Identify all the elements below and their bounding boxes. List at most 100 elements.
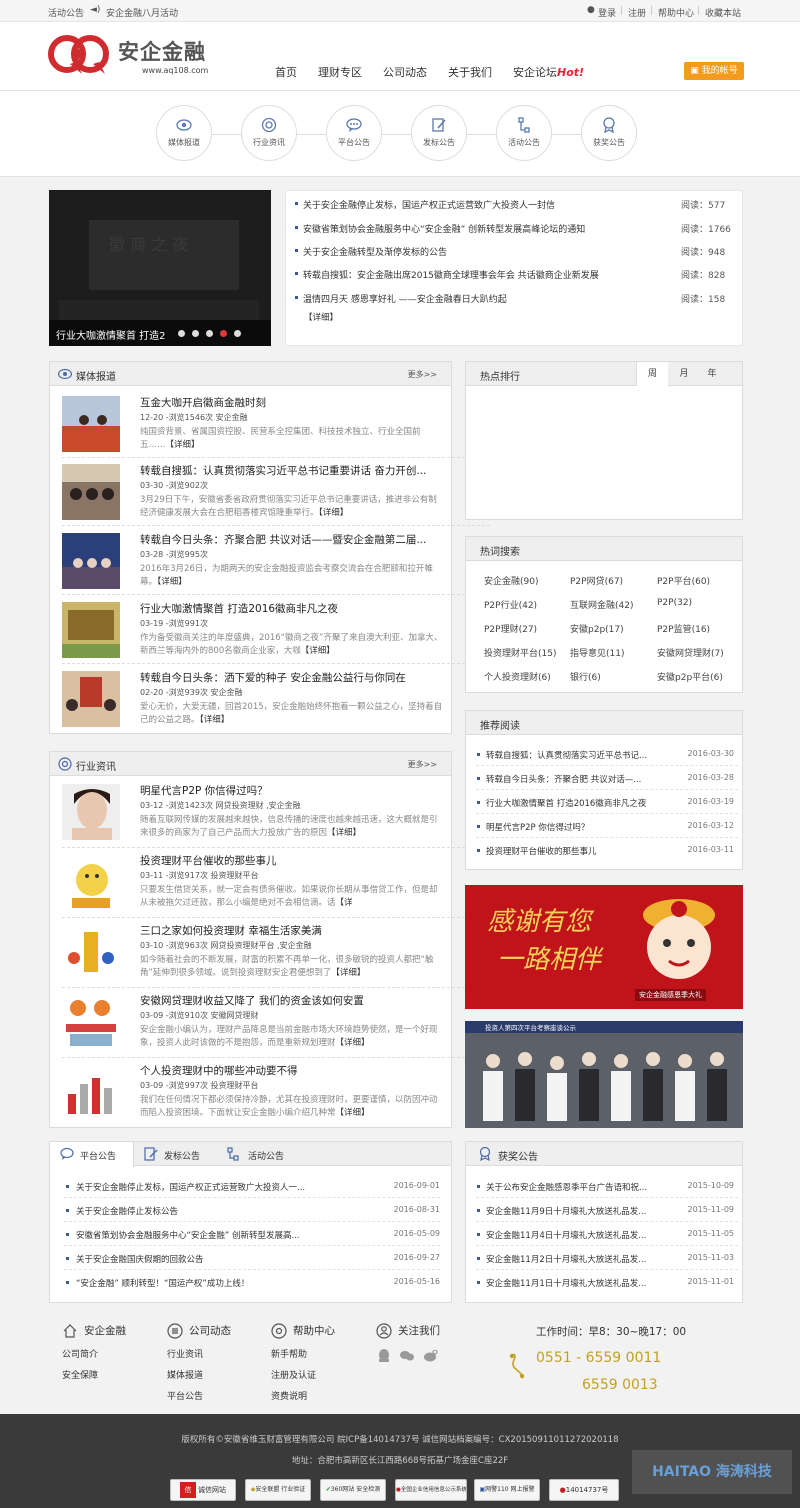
detail-link[interactable]: 【详细】 — [331, 968, 365, 978]
news-title[interactable]: 安徽省策划协会金融服务中心“安企金融” 创新转型发展高... — [76, 1229, 376, 1241]
news-thumbnail[interactable] — [62, 784, 120, 840]
keyword-link[interactable]: 互联网金融(42) — [570, 598, 633, 611]
news-thumbnail[interactable] — [62, 924, 120, 980]
list-item[interactable]: 安企金融11月1日十月壕礼大放送礼品发... 2015-11-01 — [476, 1270, 738, 1294]
weibo-icon[interactable] — [424, 1350, 438, 1362]
slide-dot[interactable] — [178, 330, 185, 337]
news-thumbnail[interactable] — [62, 994, 120, 1050]
news-title[interactable]: 投资理财平台催收的那些事儿 — [140, 853, 445, 868]
list-item[interactable]: 关于安企金融停止发标，国运产权正式运营致广大投资人一... 2016-09-01 — [64, 1174, 440, 1198]
keyword-link[interactable]: P2P监管(16) — [657, 622, 710, 635]
news-title[interactable]: 明星代言P2P 你信得过吗？ — [140, 783, 445, 798]
detail-link[interactable]: 【详细】 — [200, 715, 230, 725]
trust-badge-police[interactable]: ▣网警110 网上报警 — [474, 1479, 540, 1501]
news-title[interactable]: 转载自搜狐：安企金融出席2015徽商全球理事会年会 共话徽商企业新发展 — [303, 268, 663, 281]
footer-link[interactable]: 行业资讯 — [167, 1347, 231, 1360]
news-thumbnail[interactable] — [62, 602, 120, 658]
list-item[interactable]: 转载自搜狐：安企金融出席2015徽商全球理事会年会 共话徽商企业新发展 阅读：82… — [293, 263, 738, 283]
news-title[interactable]: 关于安企金融停止发标公告 — [76, 1205, 376, 1217]
news-title[interactable]: 转载自今日头条：洒下爱的种子 安企金融公益行与你同在 — [140, 670, 445, 685]
promo-banner[interactable]: 感谢有您 一路相伴 安企金融感恩季大礼 — [465, 885, 743, 1009]
list-item[interactable]: 明星代言P2P 你信得过吗？ 03-12 -浏览1423次 网贷投资理财 ,安企… — [62, 778, 490, 848]
tab-week[interactable]: 周 — [636, 362, 668, 386]
footer-link[interactable]: 注册及认证 — [271, 1368, 335, 1381]
footer-link[interactable]: 平台公告 — [167, 1389, 231, 1402]
news-thumbnail[interactable] — [62, 396, 120, 452]
news-title[interactable]: 关于安企金融转型及渐停发标的公告 — [303, 245, 663, 258]
trust-badge-enterprise[interactable]: ●全国企业信用信息公示系统 — [395, 1479, 467, 1501]
news-title[interactable]: 安企金融11月1日十月壕礼大放送礼品发... — [486, 1277, 676, 1289]
list-item[interactable]: 转载自今日头条：齐聚合肥 共议对话——暨安企金融第二届... 03-28 -浏览… — [62, 527, 490, 595]
list-item[interactable]: 投资理财平台催收的那些事儿 2016-03-11 — [476, 838, 738, 862]
logo-icon[interactable] — [48, 34, 110, 74]
news-title[interactable]: 互金大咖开启徽商金融时刻 — [140, 395, 445, 410]
news-thumbnail[interactable] — [62, 854, 120, 910]
list-item[interactable]: 关于安企金融转型及渐停发标的公告 阅读：948 — [293, 240, 738, 260]
detail-link[interactable]: 【详细】 — [166, 440, 200, 450]
notice-link[interactable]: 安企金融八月活动 — [106, 6, 178, 19]
keyword-link[interactable]: 投资理财平台(15) — [484, 646, 556, 659]
news-title[interactable]: 温情四月天 感恩享好礼 ——安企金融春日大趴约起 — [303, 292, 663, 305]
news-title[interactable]: 安企金融11月4日十月壕礼大放送礼品发... — [486, 1229, 676, 1241]
tab-activity[interactable]: 活动公告 — [248, 1149, 284, 1162]
list-item[interactable]: 关于安企金融停止发标公告 2016-08-31 — [64, 1198, 440, 1222]
news-title[interactable]: 关于安企金融国庆假期的回款公告 — [76, 1253, 376, 1265]
keyword-link[interactable]: 银行(6) — [570, 670, 601, 683]
news-title[interactable]: 转载自搜狐：认真贯彻落实习近平总书记重要讲话 奋力开创... — [140, 463, 445, 478]
news-title[interactable]: 关于安企金融停止发标，国运产权正式运营致广大投资人一封信 — [303, 198, 663, 211]
category-media[interactable]: 媒体报道 — [156, 105, 212, 161]
list-item[interactable]: 安企金融11月9日十月壕礼大放送礼品发... 2015-11-09 — [476, 1198, 738, 1222]
footer-link[interactable]: 媒体报道 — [167, 1368, 231, 1381]
my-account-button[interactable]: ▣ 我的帐号 — [684, 62, 744, 80]
news-title[interactable]: 转载自今日头条：齐聚合肥 共议对话—... — [486, 773, 676, 785]
news-title[interactable]: 关于安企金融停止发标，国运产权正式运营致广大投资人一... — [76, 1181, 376, 1193]
tab-platform[interactable]: 平台公告 — [50, 1142, 134, 1167]
news-title[interactable]: 安徽网贷理财收益又降了 我们的资金该如何安置 — [140, 993, 445, 1008]
slide-dot-active[interactable] — [220, 330, 227, 337]
brand-name[interactable]: 安企金融 — [118, 36, 206, 66]
favorite-link[interactable]: 收藏本站 — [705, 6, 741, 19]
news-thumbnail[interactable] — [62, 671, 120, 727]
help-link[interactable]: 帮助中心 — [658, 6, 694, 19]
detail-link[interactable]: 【详细】 — [327, 828, 361, 838]
detail-link[interactable]: 【详细】 — [336, 1038, 370, 1048]
list-item[interactable]: 互金大咖开启徽商金融时刻 12-20 -浏览1546次 安企金融 纯国资背景、省… — [62, 390, 490, 458]
news-thumbnail[interactable] — [62, 1064, 120, 1120]
team-photo[interactable]: 投资人第四次平台考察座谈公示 — [465, 1021, 743, 1128]
list-item[interactable]: 明星代言P2P 你信得过吗？ 2016-03-12 — [476, 814, 738, 838]
category-platform[interactable]: 平台公告 — [326, 105, 382, 161]
detail-link[interactable]: 【详细】 — [319, 508, 349, 518]
news-title[interactable]: 安徽省策划协会金融服务中心“安企金融” 创新转型发展高峰论坛的通知 — [303, 222, 663, 235]
keyword-link[interactable]: P2P平台(60) — [657, 574, 710, 587]
detail-link[interactable]: 【详细】 — [157, 577, 187, 587]
login-link[interactable]: 登录 — [598, 6, 616, 19]
slide-dot[interactable] — [234, 330, 241, 337]
news-title[interactable]: 行业大咖激情聚首 打造2016徽商非凡之夜 — [140, 601, 445, 616]
list-item[interactable]: 安徽省策划协会金融服务中心“安企金融” 创新转型发展高峰论坛的通知 阅读：1766 — [293, 217, 738, 237]
tab-year[interactable]: 年 — [696, 362, 728, 386]
keyword-link[interactable]: P2P行业(42) — [484, 598, 537, 611]
trust-badge-360[interactable]: ✔360网站 安全检测 — [320, 1479, 386, 1501]
nav-forum[interactable]: 安企论坛Hot! — [513, 64, 584, 80]
keyword-link[interactable]: P2P网贷(67) — [570, 574, 623, 587]
news-title[interactable]: 关于公布安企金融感恩季平台广告语和祝... — [486, 1181, 676, 1193]
keyword-link[interactable]: 个人投资理财(6) — [484, 670, 551, 683]
nav-finance[interactable]: 理财专区 — [318, 64, 362, 80]
more-link[interactable]: 更多>> — [408, 759, 437, 770]
slide-dot[interactable] — [206, 330, 213, 337]
list-item[interactable]: 转载自搜狐：认真贯彻落实习近平总书记... 2016-03-30 — [476, 742, 738, 766]
news-title[interactable]: 转载自今日头条：齐聚合肥 共议对话——暨安企金融第二届... — [140, 532, 445, 547]
tab-bidding[interactable]: 发标公告 — [164, 1149, 200, 1162]
detail-link[interactable]: 【详细】 — [336, 1108, 370, 1118]
nav-home[interactable]: 首页 — [275, 64, 297, 80]
footer-link[interactable]: 公司简介 — [62, 1347, 126, 1360]
category-activity[interactable]: 活动公告 — [496, 105, 552, 161]
list-item[interactable]: 安徽网贷理财收益又降了 我们的资金该如何安置 03-09 -浏览910次 安徽网… — [62, 988, 490, 1058]
trust-badge-alliance[interactable]: ◆安全联盟 行业验证 — [245, 1479, 311, 1501]
list-item[interactable]: 温情四月天 感恩享好礼 ——安企金融春日大趴约起 阅读：158 — [293, 287, 738, 307]
keyword-link[interactable]: 安企金融(90) — [484, 574, 538, 587]
list-item[interactable]: “安企金融” 顺利转型！“国运产权”成功上线！ 2016-05-16 — [64, 1270, 440, 1294]
list-item[interactable]: 三口之家如何投资理财 幸福生活家美满 03-10 -浏览963次 网贷投资理财平… — [62, 918, 490, 988]
list-item[interactable]: 安企金融11月4日十月壕礼大放送礼品发... 2015-11-05 — [476, 1222, 738, 1246]
list-item[interactable]: 行业大咖激情聚首 打造2016徽商非凡之夜 2016-03-19 — [476, 790, 738, 814]
